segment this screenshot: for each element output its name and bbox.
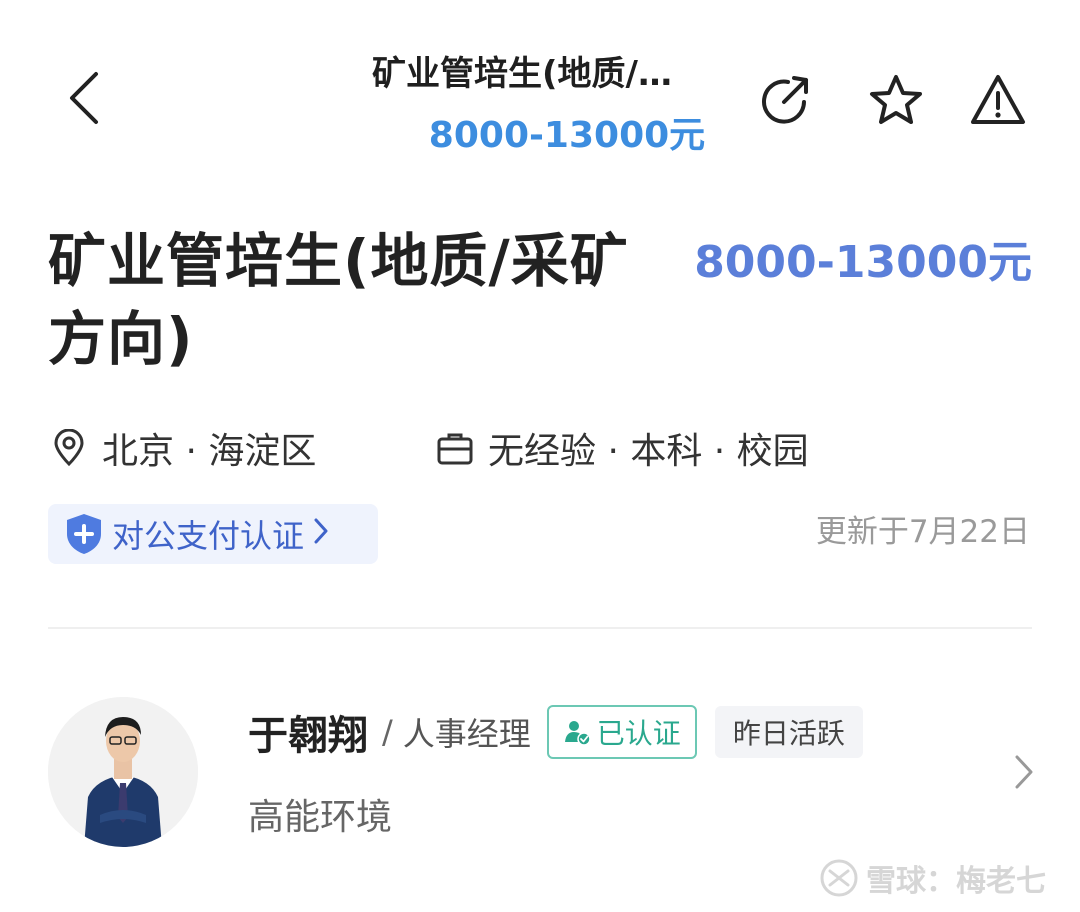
recruiter-company: 高能环境 [248, 797, 393, 838]
star-icon [870, 75, 922, 124]
verified-label: 已认证 [596, 717, 681, 750]
share-icon [762, 76, 808, 124]
chevron-right-icon [1015, 755, 1033, 789]
pay-verification-label: 对公支付认证 [112, 517, 305, 555]
nav-salary: 8000-13000元 [428, 115, 706, 156]
report-button[interactable] [966, 68, 1030, 132]
watermark-text: 雪球：梅老七 [866, 864, 1046, 899]
job-requirements: 无经验 · 本科 · 校园 [436, 424, 809, 472]
section-divider [48, 627, 1032, 629]
recruiter-role: 人事经理 [402, 715, 531, 753]
active-status-tag: 昨日活跃 [714, 706, 863, 758]
back-icon [70, 72, 98, 124]
warning-icon [971, 75, 1025, 124]
share-button[interactable] [754, 68, 818, 132]
pay-verification-badge[interactable]: 对公支付认证 [48, 504, 378, 564]
location-pin-icon [50, 429, 88, 467]
updated-date: 更新于7月22日 [815, 514, 1030, 550]
favorite-button[interactable] [864, 68, 928, 132]
job-location: 北京 · 海淀区 [50, 424, 316, 472]
recruiter-avatar[interactable] [48, 697, 198, 847]
location-text: 北京 · 海淀区 [102, 431, 317, 472]
nav-title: 矿业管培生(地质/… [372, 54, 672, 94]
snowball-logo-icon [820, 859, 858, 897]
chevron-right-icon [314, 517, 328, 552]
separator-slash: / [382, 713, 393, 751]
job-title: 矿业管培生(地质/采矿方向) [48, 227, 629, 373]
recruiter-info: 于翱翔 / 人事经理 已认证 昨日活跃 [248, 702, 863, 762]
briefcase-icon [436, 429, 474, 467]
job-salary: 8000-13000元 [694, 237, 1032, 288]
requirements-text: 无经验 · 本科 · 校园 [488, 431, 809, 472]
recruiter-detail-button[interactable] [1004, 748, 1044, 796]
shield-plus-icon [67, 514, 101, 554]
verified-user-icon [564, 721, 591, 746]
watermark: 雪球：梅老七 [820, 852, 1046, 904]
recruiter-name: 于翱翔 [248, 713, 368, 759]
back-button[interactable] [52, 66, 116, 130]
verified-badge: 已认证 [546, 705, 697, 759]
